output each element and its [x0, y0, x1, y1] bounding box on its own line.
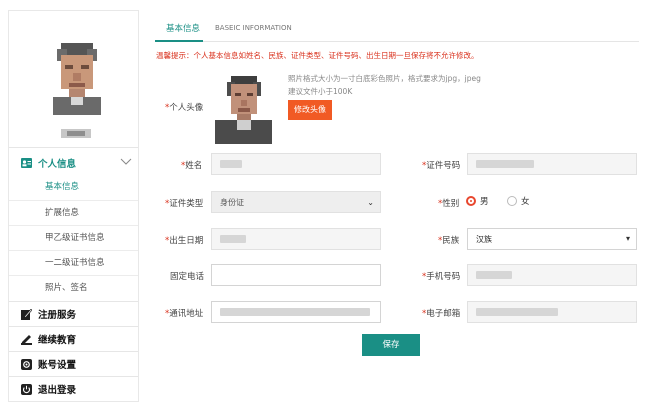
warning-notice: 温馨提示：个人基本信息如姓名、民族、证件类型、证件号码、出生日期一旦保存将不允许…: [156, 51, 479, 60]
ethnicity-label: *民族: [438, 236, 460, 246]
ethnicity-select[interactable]: 汉族 ▾: [467, 228, 637, 250]
menu-label: 账号设置: [38, 360, 77, 371]
menu-logout[interactable]: 退出登录: [9, 377, 138, 401]
tab-english-label: BASEIC INFORMATION: [215, 24, 292, 32]
radio-checked-icon: [466, 196, 476, 206]
landline-label: 固定电话: [170, 272, 205, 282]
id-type-select[interactable]: 身份证 ⌄: [211, 191, 381, 213]
mobile-field[interactable]: [467, 264, 637, 286]
edit-icon: [21, 308, 32, 320]
menu-label: 退出登录: [38, 385, 77, 396]
sub-item-ab-certificate[interactable]: 甲乙级证书信息: [9, 225, 138, 250]
radio-unchecked-icon: [507, 196, 517, 206]
menu-continuing-education[interactable]: 继续教育: [9, 327, 138, 351]
menu-label: 继续教育: [38, 335, 77, 346]
sub-item-level-certificate[interactable]: 一二级证书信息: [9, 250, 138, 275]
gender-female-radio[interactable]: 女: [507, 195, 530, 207]
sidebar: 个人信息 基本信息 扩展信息 甲乙级证书信息 一二级证书信息 照片、签名 注册服…: [8, 10, 139, 402]
power-icon: [21, 383, 32, 395]
sub-item-photo-signature[interactable]: 照片、签名: [9, 275, 138, 300]
email-field[interactable]: [467, 301, 637, 323]
chevron-down-icon[interactable]: [120, 158, 132, 166]
photo-label: *个人头像: [165, 103, 204, 113]
name-field[interactable]: [211, 153, 381, 175]
tab-active-indicator: [155, 40, 203, 42]
id-card-icon: [21, 158, 32, 169]
user-avatar: [49, 39, 105, 115]
birth-date-label: *出生日期: [165, 236, 204, 246]
sub-item-extended-info[interactable]: 扩展信息: [9, 200, 138, 225]
save-button[interactable]: 保存: [362, 334, 420, 356]
mobile-label: *手机号码: [422, 272, 461, 282]
tab-divider: [155, 41, 639, 42]
gender-male-radio[interactable]: 男: [466, 195, 489, 207]
menu-personal-info[interactable]: 个人信息: [9, 151, 138, 175]
profile-photo: [211, 72, 276, 144]
address-input[interactable]: [211, 301, 381, 323]
name-label: *姓名: [181, 161, 203, 171]
id-type-label: *证件类型: [165, 199, 204, 209]
chevron-down-icon: ▾: [625, 234, 630, 243]
user-name-masked: [61, 129, 91, 138]
pencil-icon: [21, 334, 32, 345]
menu-account-settings[interactable]: 账号设置: [9, 352, 138, 376]
menu-label: 个人信息: [38, 159, 77, 170]
menu-label: 注册服务: [38, 310, 77, 321]
address-label: *通讯地址: [165, 309, 204, 319]
email-label: *电子邮箱: [422, 309, 461, 319]
gender-label: *性别: [438, 199, 460, 209]
menu-registration[interactable]: 注册服务: [9, 302, 138, 326]
settings-icon: [21, 358, 32, 370]
chevron-down-icon: ⌄: [367, 198, 374, 207]
photo-tip: 照片格式大小为一寸白底彩色照片，格式要求为jpg，jpeg 建议文件小于100K: [288, 74, 481, 96]
id-number-field[interactable]: [467, 153, 637, 175]
id-number-label: *证件号码: [422, 161, 461, 171]
change-avatar-button[interactable]: 修改头像: [288, 100, 332, 120]
tab-basic-info[interactable]: 基本信息: [166, 22, 200, 34]
birth-date-field[interactable]: [211, 228, 381, 250]
landline-input[interactable]: [211, 264, 381, 286]
sub-item-basic-info[interactable]: 基本信息: [9, 175, 138, 200]
divider: [9, 147, 138, 148]
